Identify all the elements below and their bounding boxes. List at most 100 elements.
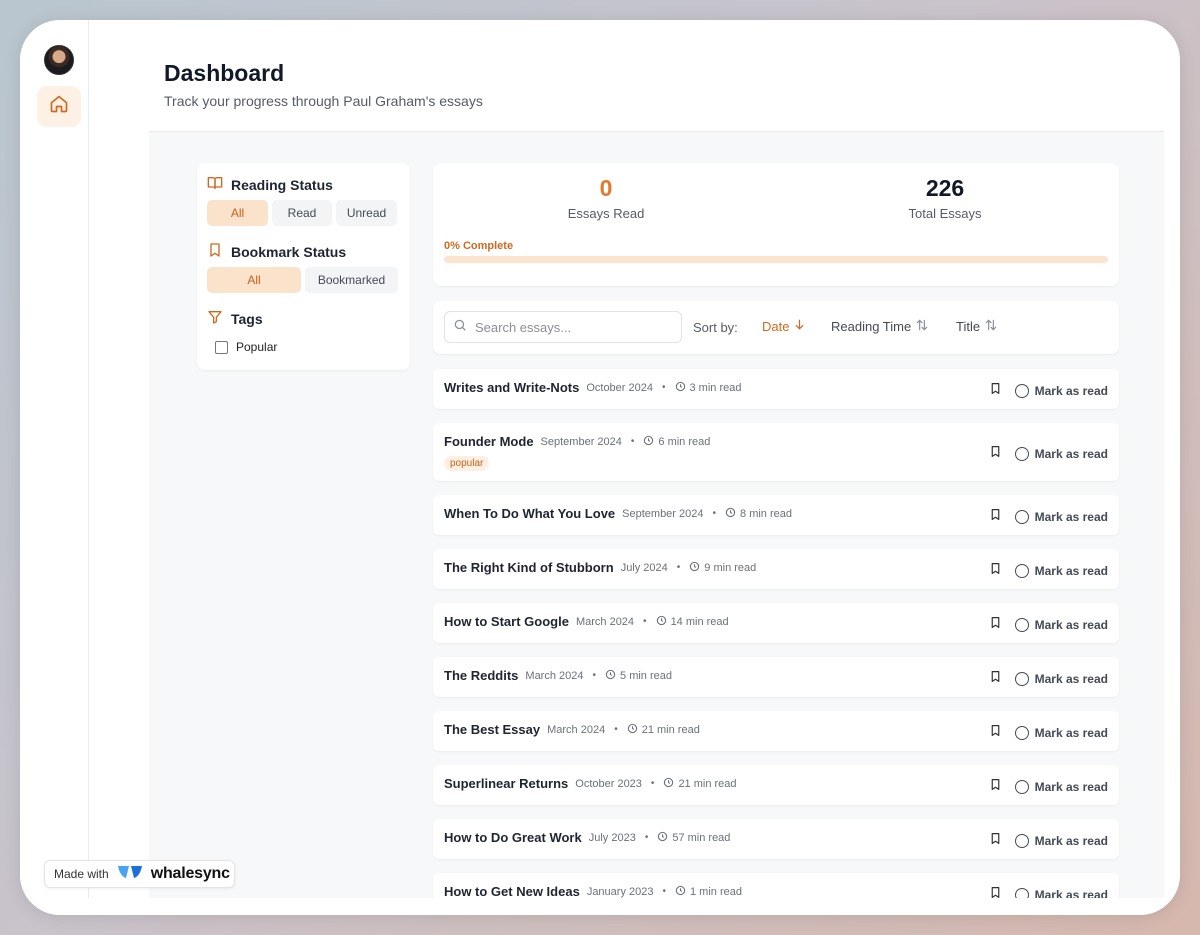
page-header: Dashboard Track your progress through Pa… xyxy=(149,36,1164,132)
essay-date: March 2024 xyxy=(525,669,584,682)
essay-row[interactable]: Superlinear Returns October 2023 • 21 min r… xyxy=(433,765,1119,805)
bookmark-icon[interactable] xyxy=(989,615,1002,635)
mark-as-read-button[interactable]: Mark as read xyxy=(1014,888,1108,898)
essay-meta: How to Get New Ideas January 2023 • 1 min r… xyxy=(444,884,742,898)
essays-read-count: 0 xyxy=(599,175,613,201)
essay-title[interactable]: The Right Kind of Stubborn xyxy=(444,560,614,575)
tag-popular[interactable]: Popular xyxy=(215,340,277,354)
essay-read-time-label: 3 min read xyxy=(689,381,742,394)
essay-read-time-label: 21 min read xyxy=(641,723,700,736)
search-box[interactable] xyxy=(444,311,682,343)
mark-as-read-button[interactable]: Mark as read xyxy=(1014,780,1108,794)
main-content: Dashboard Track your progress through Pa… xyxy=(149,36,1164,898)
reading-status-unread[interactable]: Unread xyxy=(336,200,397,226)
mark-as-read-button[interactable]: Mark as read xyxy=(1014,384,1108,398)
essay-row[interactable]: The Reddits March 2024 • 5 min read Mark as … xyxy=(433,657,1119,697)
search-sort-bar: Sort by: Date Reading Time Title xyxy=(433,301,1119,354)
essay-title[interactable]: When To Do What You Love xyxy=(444,506,615,521)
bookmark-status-toggle: All Bookmarked xyxy=(207,267,398,293)
mark-as-read-button[interactable]: Mark as read xyxy=(1014,834,1108,848)
essay-date: September 2024 xyxy=(540,435,622,448)
essay-row[interactable]: How to Get New Ideas January 2023 • 1 min r… xyxy=(433,873,1119,898)
bookmark-icon[interactable] xyxy=(989,885,1002,898)
sort-date-button[interactable]: Date xyxy=(762,318,806,334)
essay-date: March 2024 xyxy=(575,615,635,628)
essay-read-time-label: 57 min read xyxy=(672,831,731,844)
essay-title[interactable]: Writes and Write-Nots xyxy=(444,380,579,395)
tag-popular-checkbox[interactable] xyxy=(215,340,228,354)
reading-status-all[interactable]: All xyxy=(207,200,268,226)
clock-icon xyxy=(675,381,686,395)
essay-meta: How to Do Great Work July 2023 • 57 min rea… xyxy=(444,830,730,845)
essay-read-time: 5 min read xyxy=(605,669,672,683)
bookmark-icon[interactable] xyxy=(989,561,1002,581)
mark-as-read-button[interactable]: Mark as read xyxy=(1014,564,1108,578)
bookmark-status-bookmarked[interactable]: Bookmarked xyxy=(305,267,398,293)
essay-meta: When To Do What You Love September 2024 • 8… xyxy=(444,506,792,521)
separator-dot: • xyxy=(630,436,635,447)
mark-as-read-button[interactable]: Mark as read xyxy=(1014,510,1108,524)
avatar[interactable] xyxy=(44,45,74,75)
total-essays-count: 226 xyxy=(925,175,965,201)
bookmark-icon[interactable] xyxy=(989,444,1002,464)
mark-as-read-button[interactable]: Mark as read xyxy=(1014,726,1108,740)
essay-row[interactable]: How to Start Google March 2024 • 14 min rea… xyxy=(433,603,1119,643)
clock-icon xyxy=(725,507,736,521)
filter-icon xyxy=(207,309,223,328)
made-with-label: Made with xyxy=(54,867,109,881)
essay-row[interactable]: When To Do What You Love September 2024 • 8… xyxy=(433,495,1119,535)
separator-dot: • xyxy=(644,832,649,843)
bookmark-icon[interactable] xyxy=(989,777,1002,797)
essay-read-time: 21 min read xyxy=(663,777,737,791)
mark-as-read-label: Mark as read xyxy=(1034,780,1108,794)
mark-as-read-button[interactable]: Mark as read xyxy=(1014,447,1108,461)
essay-title[interactable]: Founder Mode xyxy=(444,434,534,449)
essay-actions: Mark as read xyxy=(989,669,1108,689)
essay-title[interactable]: How to Get New Ideas xyxy=(444,884,580,898)
search-input[interactable] xyxy=(475,319,665,335)
separator-dot: • xyxy=(676,562,681,573)
sort-title-button[interactable]: Title xyxy=(956,318,998,335)
essay-title[interactable]: The Reddits xyxy=(444,668,518,683)
essay-row[interactable]: Writes and Write-Nots October 2024 • 3 min … xyxy=(433,369,1119,409)
home-button[interactable] xyxy=(37,86,81,127)
bookmark-icon[interactable] xyxy=(989,381,1002,401)
mark-as-read-button[interactable]: Mark as read xyxy=(1014,618,1108,632)
bookmark-icon[interactable] xyxy=(989,831,1002,851)
bookmark-icon[interactable] xyxy=(989,507,1002,527)
bookmark-status-all[interactable]: All xyxy=(207,267,301,293)
page-subtitle: Track your progress through Paul Graham'… xyxy=(164,93,483,109)
essay-read-time: 9 min read xyxy=(689,561,756,575)
essay-read-time-label: 9 min read xyxy=(704,561,757,574)
essay-meta: How to Start Google March 2024 • 14 min rea… xyxy=(444,614,729,629)
page-title: Dashboard xyxy=(164,60,285,86)
sidebar xyxy=(20,20,89,898)
sort-arrows-icon xyxy=(915,318,929,335)
mark-as-read-button[interactable]: Mark as read xyxy=(1014,672,1108,686)
essay-row[interactable]: The Best Essay March 2024 • 21 min read Mark… xyxy=(433,711,1119,751)
bookmark-status-heading: Bookmark Status xyxy=(207,242,346,261)
essay-actions: Mark as read xyxy=(989,615,1108,635)
essay-title[interactable]: How to Start Google xyxy=(444,614,569,629)
separator-dot: • xyxy=(650,778,655,789)
essay-title[interactable]: The Best Essay xyxy=(444,722,540,737)
made-with-badge[interactable]: Made with whalesync xyxy=(44,860,235,888)
bookmark-icon[interactable] xyxy=(989,723,1002,743)
essay-row[interactable]: Founder Mode September 2024 • 6 min read pop… xyxy=(433,423,1119,481)
sort-reading-time-button[interactable]: Reading Time xyxy=(831,318,929,335)
essay-title[interactable]: Superlinear Returns xyxy=(444,776,568,791)
total-essays-stat: 226 Total Essays xyxy=(845,175,1045,221)
circle-icon xyxy=(1014,447,1029,461)
essay-actions: Mark as read xyxy=(989,561,1108,581)
whalesync-logo-icon xyxy=(117,865,143,884)
bookmark-icon[interactable] xyxy=(989,669,1002,689)
essay-title[interactable]: How to Do Great Work xyxy=(444,830,582,845)
essay-row[interactable]: The Right Kind of Stubborn July 2024 • 9 mi… xyxy=(433,549,1119,589)
circle-icon xyxy=(1014,672,1029,686)
essay-read-time: 21 min read xyxy=(627,723,700,737)
reading-status-read[interactable]: Read xyxy=(272,200,332,226)
essay-row[interactable]: How to Do Great Work July 2023 • 57 min rea… xyxy=(433,819,1119,859)
bookmark-status-title: Bookmark Status xyxy=(231,243,347,260)
sort-title-label: Title xyxy=(956,319,981,334)
circle-icon xyxy=(1014,888,1029,898)
